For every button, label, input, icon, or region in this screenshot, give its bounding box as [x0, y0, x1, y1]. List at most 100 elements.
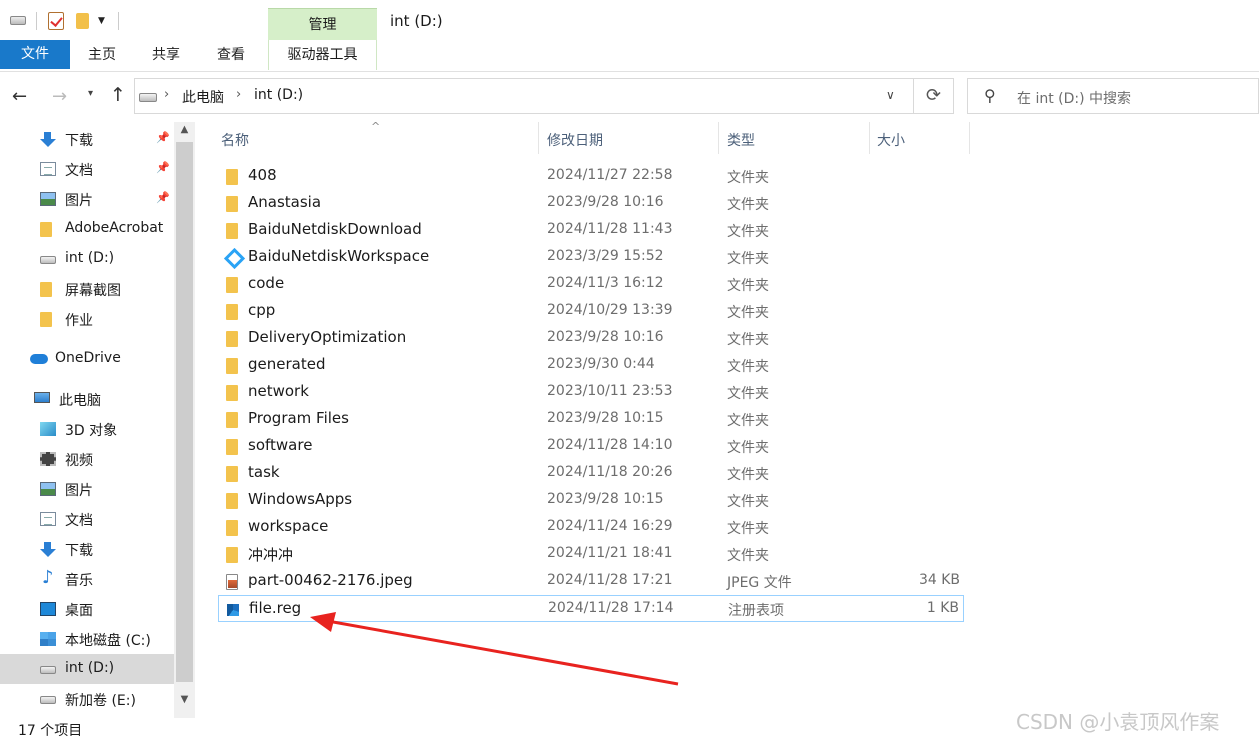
nav-item[interactable]: 作业: [0, 304, 174, 334]
registry-file-icon: [227, 602, 239, 618]
refresh-button[interactable]: ⟳: [914, 78, 954, 114]
file-name: cpp: [248, 301, 276, 319]
file-type: 文件夹: [727, 278, 769, 294]
folder-icon: [226, 520, 238, 536]
breadcrumb-this-pc[interactable]: 此电脑: [182, 87, 224, 107]
nav-item[interactable]: 桌面: [0, 594, 174, 624]
tab-share[interactable]: 共享: [140, 40, 192, 69]
nav-item[interactable]: AdobeAcrobat: [0, 214, 174, 244]
file-row[interactable]: cpp 2024/10/29 13:39 文件夹: [218, 298, 964, 325]
nav-item[interactable]: 下载: [0, 534, 174, 564]
drive-icon: [40, 696, 56, 704]
column-header-size[interactable]: 大小: [877, 130, 905, 150]
breadcrumb-chevron-icon[interactable]: ›: [164, 87, 169, 102]
nav-item[interactable]: 3D 对象: [0, 414, 174, 444]
column-divider[interactable]: [869, 122, 870, 154]
file-type: 文件夹: [727, 332, 769, 348]
file-row[interactable]: workspace 2024/11/24 16:29 文件夹: [218, 514, 964, 541]
column-divider[interactable]: [969, 122, 970, 154]
nav-item[interactable]: 视频: [0, 444, 174, 474]
file-row[interactable]: part-00462-2176.jpeg 2024/11/28 17:21 JPEG…: [218, 568, 964, 595]
nav-item[interactable]: 图片 📌: [0, 184, 174, 214]
file-date: 2024/11/28 17:21: [547, 572, 673, 588]
address-bar[interactable]: [134, 78, 914, 114]
download-icon: [40, 132, 56, 147]
up-arrow-icon[interactable]: ↑: [110, 84, 126, 106]
nav-item[interactable]: 本地磁盘 (C:): [0, 624, 174, 654]
file-type: 文件夹: [727, 440, 769, 456]
file-row[interactable]: software 2024/11/28 14:10 文件夹: [218, 433, 964, 460]
file-date: 2023/9/28 10:16: [547, 329, 664, 345]
new-folder-icon[interactable]: [76, 13, 89, 29]
folder-icon: [226, 277, 238, 293]
file-date: 2023/10/11 23:53: [547, 383, 673, 399]
nav-item[interactable]: 屏幕截图: [0, 274, 174, 304]
file-date: 2024/10/29 13:39: [547, 302, 673, 318]
file-type: 文件夹: [727, 251, 769, 267]
file-row[interactable]: Program Files 2023/9/28 10:15 文件夹: [218, 406, 964, 433]
pictures-icon: [40, 192, 56, 206]
file-row[interactable]: BaiduNetdiskDownload 2024/11/28 11:43 文件夹: [218, 217, 964, 244]
column-divider[interactable]: [718, 122, 719, 154]
search-placeholder[interactable]: 在 int (D:) 中搜索: [1017, 88, 1131, 108]
back-arrow-icon[interactable]: ←: [12, 86, 27, 107]
manage-context-group[interactable]: 管理: [268, 8, 377, 40]
file-row[interactable]: network 2023/10/11 23:53 文件夹: [218, 379, 964, 406]
music-icon: [40, 567, 56, 588]
tab-file[interactable]: 文件: [0, 40, 70, 69]
nav-item[interactable]: 文档: [0, 504, 174, 534]
breadcrumb-chevron-icon[interactable]: ›: [236, 87, 241, 102]
file-date: 2024/11/18 20:26: [547, 464, 673, 480]
nav-item[interactable]: 音乐: [0, 564, 174, 594]
file-row[interactable]: BaiduNetdiskWorkspace 2023/3/29 15:52 文件夹: [218, 244, 964, 271]
column-header-date[interactable]: 修改日期: [547, 130, 603, 150]
file-row[interactable]: generated 2023/9/30 0:44 文件夹: [218, 352, 964, 379]
file-row[interactable]: Anastasia 2023/9/28 10:16 文件夹: [218, 190, 964, 217]
file-row[interactable]: 408 2024/11/27 22:58 文件夹: [218, 163, 964, 190]
file-row[interactable]: code 2024/11/3 16:12 文件夹: [218, 271, 964, 298]
nav-scrollbar-thumb[interactable]: [176, 142, 193, 682]
column-header-name[interactable]: 名称: [221, 130, 249, 150]
nav-item[interactable]: int (D:): [0, 654, 174, 684]
file-type: 文件夹: [727, 359, 769, 375]
nav-item-label: 文档: [65, 163, 93, 179]
file-row[interactable]: 冲冲冲 2024/11/21 18:41 文件夹: [218, 541, 964, 568]
pin-icon[interactable]: 📌: [156, 161, 170, 174]
nav-item[interactable]: 图片: [0, 474, 174, 504]
forward-arrow-icon[interactable]: →: [52, 86, 67, 107]
column-header-type[interactable]: 类型: [727, 130, 755, 150]
tab-view[interactable]: 查看: [205, 40, 257, 69]
nav-item[interactable]: OneDrive: [0, 344, 174, 374]
file-row[interactable]: DeliveryOptimization 2023/9/28 10:16 文件夹: [218, 325, 964, 352]
nav-item[interactable]: int (D:): [0, 244, 174, 274]
pin-icon[interactable]: 📌: [156, 191, 170, 204]
file-name: code: [248, 274, 285, 292]
folder-icon: [226, 547, 238, 563]
nav-item[interactable]: 文档 📌: [0, 154, 174, 184]
recent-locations-chevron-icon[interactable]: ▾: [88, 88, 93, 99]
file-row[interactable]: WindowsApps 2023/9/28 10:15 文件夹: [218, 487, 964, 514]
pin-icon[interactable]: 📌: [156, 131, 170, 144]
tab-home[interactable]: 主页: [76, 40, 128, 69]
file-name: software: [248, 436, 313, 454]
nav-item[interactable]: 新加卷 (E:): [0, 684, 174, 714]
properties-icon[interactable]: [48, 12, 64, 30]
file-type: 文件夹: [727, 494, 769, 510]
nav-item[interactable]: 下载 📌: [0, 124, 174, 154]
tab-drive-tools[interactable]: 驱动器工具: [268, 40, 377, 70]
scroll-up-arrow-icon[interactable]: ▲: [174, 124, 195, 135]
scroll-down-arrow-icon[interactable]: ▼: [174, 694, 195, 705]
file-row[interactable]: task 2024/11/18 20:26 文件夹: [218, 460, 964, 487]
nav-item[interactable]: 此电脑: [0, 384, 174, 414]
nav-item-label: 下载: [65, 543, 93, 559]
breadcrumb-drive[interactable]: int (D:): [254, 87, 303, 103]
file-type: 文件夹: [727, 548, 769, 564]
search-icon: ⚲: [984, 86, 996, 105]
quick-access-dropdown-icon[interactable]: ▼: [98, 16, 105, 26]
file-date: 2024/11/28 14:10: [547, 437, 673, 453]
nav-item-label: AdobeAcrobat: [65, 220, 164, 236]
nav-item-label: 下载: [65, 133, 93, 149]
address-history-chevron-icon[interactable]: ∨: [886, 88, 895, 102]
file-name: file.reg: [249, 599, 302, 617]
column-divider[interactable]: [538, 122, 539, 154]
